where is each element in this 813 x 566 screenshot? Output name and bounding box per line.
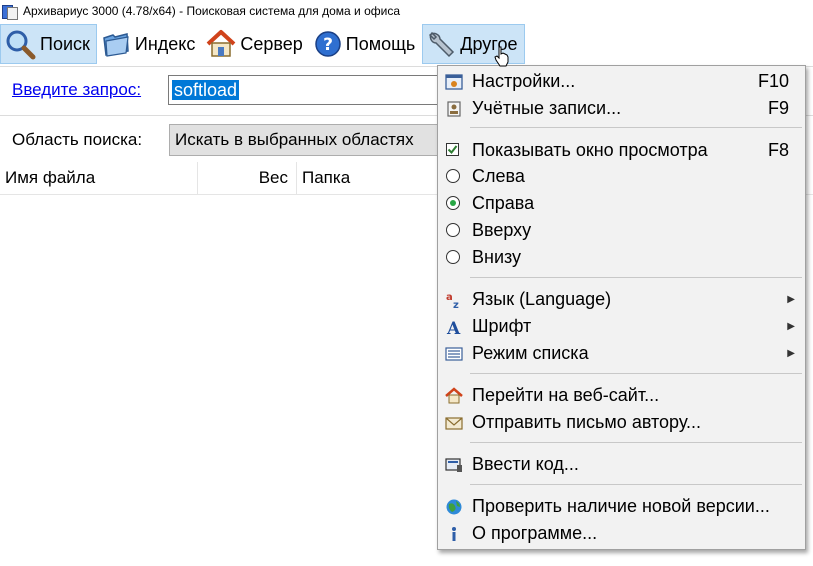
list-icon xyxy=(445,347,463,361)
menu-item-font[interactable]: A Шрифт ▶ xyxy=(440,314,803,339)
menu-separator xyxy=(470,277,802,278)
settings-icon xyxy=(445,74,463,90)
help-icon: ? xyxy=(315,31,341,57)
menu-item-preview-label: Показывать окно просмотра xyxy=(472,140,708,160)
column-header-name[interactable]: Имя файла xyxy=(0,162,198,194)
info-icon xyxy=(452,527,456,541)
window-title: Архивариус 3000 (4.78/x64) - Поисковая с… xyxy=(23,4,400,18)
menu-separator xyxy=(470,127,802,128)
menu-item-language-label: Язык (Language) xyxy=(472,289,612,309)
menu-item-website[interactable]: Перейти на веб-сайт... xyxy=(440,383,803,408)
menu-separator xyxy=(470,442,802,443)
menu-item-font-label: Шрифт xyxy=(472,316,532,336)
menu-item-list-mode[interactable]: Режим списка ▶ xyxy=(440,341,803,366)
accounts-icon xyxy=(447,101,461,117)
search-button[interactable]: Поиск xyxy=(0,24,97,64)
submenu-arrow-icon: ▶ xyxy=(787,321,795,332)
query-input-value: softload xyxy=(172,80,240,100)
menu-item-check-update-label: Проверить наличие новой версии... xyxy=(472,496,770,516)
wrench-icon xyxy=(429,31,455,58)
menu-item-left[interactable]: Слева xyxy=(440,164,803,189)
other-menu: Настройки... F10 Учётные записи... F9 По… xyxy=(437,65,806,550)
submenu-arrow-icon: ▶ xyxy=(787,348,795,359)
svg-text:A: A xyxy=(446,319,461,336)
radio-on-icon xyxy=(446,196,460,210)
toolbar: Поиск Индекс Сервер ? Помощь Другое xyxy=(0,22,813,66)
app-icon xyxy=(2,3,18,20)
menu-item-enter-code[interactable]: Ввести код... xyxy=(440,452,803,477)
area-select[interactable]: Искать в выбранных областях xyxy=(169,124,469,156)
query-input[interactable]: softload xyxy=(168,75,468,105)
radio-off-icon xyxy=(446,223,460,237)
menu-item-accounts[interactable]: Учётные записи... F9 xyxy=(440,96,803,121)
menu-item-top-label: Вверху xyxy=(472,220,532,240)
menu-item-preview-shortcut: F8 xyxy=(767,140,789,160)
menu-item-preview[interactable]: Показывать окно просмотра F8 xyxy=(440,138,803,163)
code-key-icon xyxy=(445,458,462,472)
svg-text:z: z xyxy=(453,300,459,309)
menu-item-mail-author[interactable]: Отправить письмо автору... xyxy=(440,410,803,435)
menu-item-top[interactable]: Вверху xyxy=(440,218,803,243)
menu-item-website-label: Перейти на веб-сайт... xyxy=(472,385,660,405)
menu-item-enter-code-label: Ввести код... xyxy=(472,454,579,474)
submenu-arrow-icon: ▶ xyxy=(787,294,795,305)
home-icon xyxy=(445,387,463,404)
area-label: Область поиска: xyxy=(12,130,143,149)
menu-item-bottom-label: Внизу xyxy=(472,247,522,267)
menu-item-mail-author-label: Отправить письмо автору... xyxy=(472,412,702,432)
menu-item-bottom[interactable]: Внизу xyxy=(440,245,803,270)
menu-item-list-mode-label: Режим списка xyxy=(472,343,589,363)
index-button[interactable]: Индекс xyxy=(97,24,202,64)
menu-item-accounts-label: Учётные записи... xyxy=(472,98,622,118)
menu-item-settings-shortcut: F10 xyxy=(757,71,789,91)
menu-item-accounts-shortcut: F9 xyxy=(767,98,789,118)
menu-item-right-label: Справа xyxy=(472,193,535,213)
search-button-label: Поиск xyxy=(40,33,90,54)
font-icon: A xyxy=(446,319,461,336)
checkbox-checked-icon xyxy=(446,143,459,156)
area-select-value: Искать в выбранных областях xyxy=(175,130,414,149)
language-icon: a z xyxy=(446,292,459,309)
index-button-label: Индекс xyxy=(134,33,196,54)
house-icon xyxy=(207,30,236,57)
server-button-label: Сервер xyxy=(240,33,303,54)
menu-item-about[interactable]: О программе... xyxy=(440,521,803,546)
mouse-cursor-icon xyxy=(494,46,509,67)
menu-item-check-update[interactable]: Проверить наличие новой версии... xyxy=(440,494,803,519)
menu-item-right[interactable]: Справа xyxy=(440,191,803,216)
help-button-label: Помощь xyxy=(345,33,416,54)
menu-item-left-label: Слева xyxy=(472,166,525,186)
menu-item-language[interactable]: a z Язык (Language) ▶ xyxy=(440,287,803,312)
server-button[interactable]: Сервер xyxy=(202,24,309,64)
column-header-folder[interactable]: Папка xyxy=(297,162,437,194)
menu-item-settings-label: Настройки... xyxy=(472,71,576,91)
mail-icon xyxy=(445,417,463,430)
query-link[interactable]: Введите запрос: xyxy=(12,80,141,100)
magnifier-icon xyxy=(6,30,36,60)
folder-index-icon xyxy=(103,33,129,57)
menu-item-about-label: О программе... xyxy=(472,523,598,543)
help-button[interactable]: ? Помощь xyxy=(310,24,423,64)
menu-item-settings[interactable]: Настройки... F10 xyxy=(440,69,803,94)
globe-icon xyxy=(446,499,462,515)
menu-separator xyxy=(470,484,802,485)
radio-off-icon xyxy=(446,169,460,183)
svg-text:a: a xyxy=(446,292,453,303)
radio-off-icon xyxy=(446,250,460,264)
svg-text:?: ? xyxy=(323,35,333,55)
column-header-size[interactable]: Вес xyxy=(198,162,297,194)
menu-separator xyxy=(470,373,802,374)
title-bar: Архивариус 3000 (4.78/x64) - Поисковая с… xyxy=(0,0,813,22)
